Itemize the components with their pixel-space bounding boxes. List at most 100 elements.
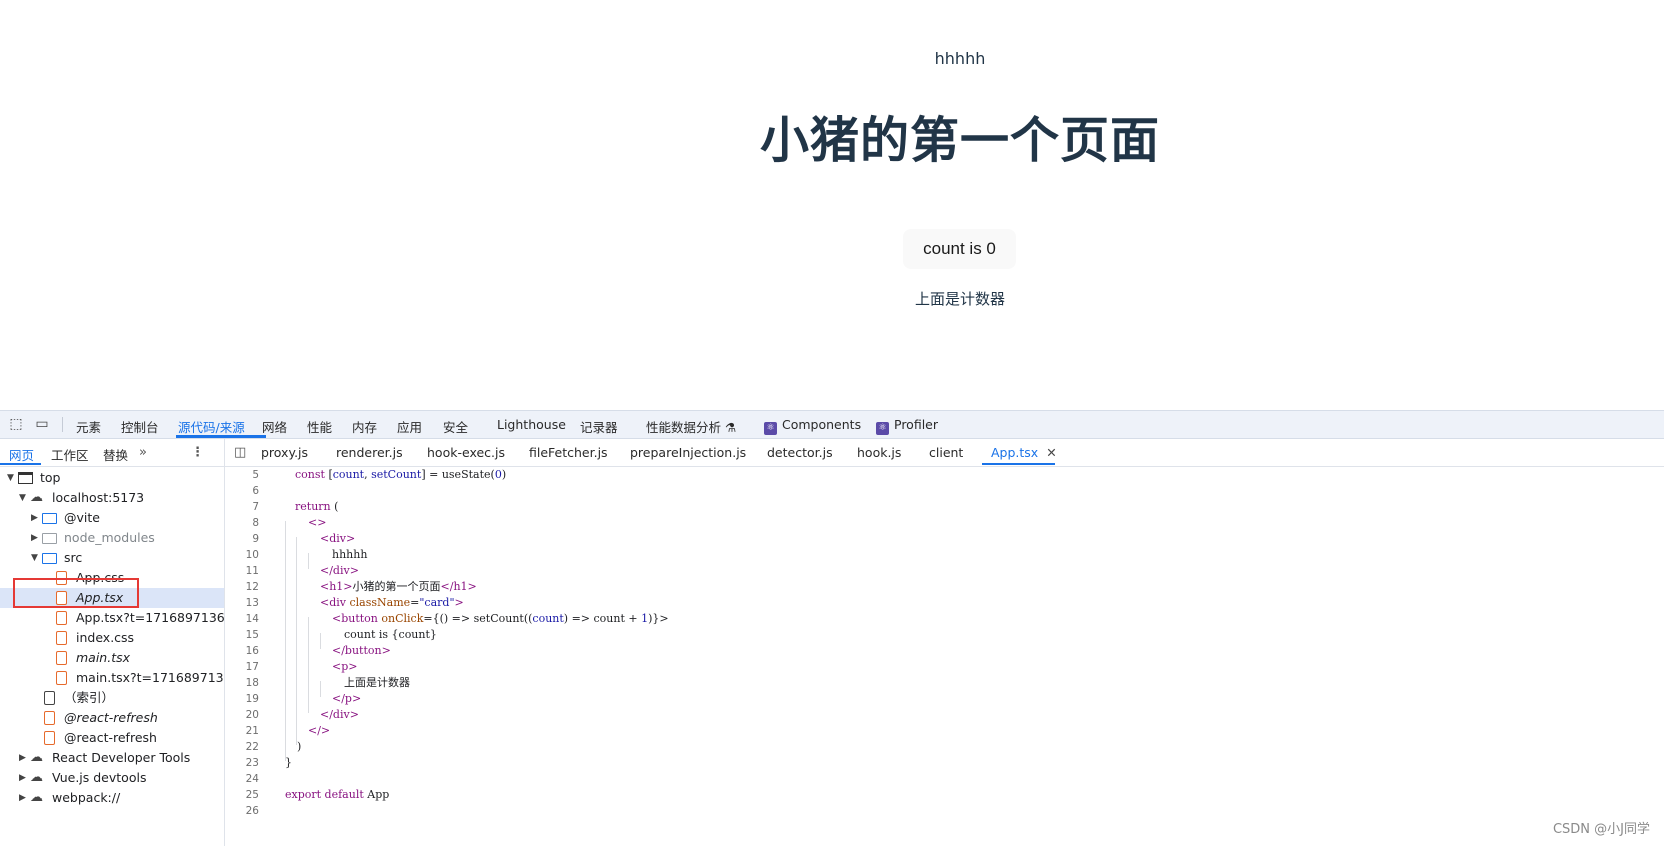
tab-performance-insights[interactable]: 性能数据分析 ⚗ [646,417,736,436]
line-text: count is {count} [344,628,437,641]
collapsed-arrow-icon[interactable]: ▶ [31,508,38,528]
active-tab-indicator [176,435,266,438]
code-line: 15 count is {count} [225,627,1625,643]
file-tab-client[interactable]: client [929,445,963,460]
tab-performance-insights-label: 性能数据分析 [646,420,722,435]
tree-item-index[interactable]: （索引） [0,688,224,708]
collapsed-arrow-icon[interactable]: ▶ [19,748,26,768]
tree-label: index.css [76,630,135,645]
line-number: 25 [245,789,259,801]
tree-item-app-tsx-timestamp[interactable]: App.tsx?t=1716897136902 [0,608,224,628]
file-tab-app-tsx[interactable]: App.tsx ✕ [991,445,1057,460]
tab-console[interactable]: 控制台 [121,417,159,436]
tree-label: top [40,470,61,485]
tree-item-localhost[interactable]: ▼ ☁ localhost:5173 [0,488,224,508]
line-number: 22 [245,741,259,753]
line-text: </div> [320,564,359,577]
line-text: export default App [285,787,389,803]
file-tab-hook-exec[interactable]: hook-exec.js [427,445,505,460]
tree-label: Vue.js devtools [52,770,147,785]
tree-item-src[interactable]: ▼ src [0,548,224,568]
line-text: </div> [320,708,359,721]
file-tab-prepareinjection[interactable]: prepareInjection.js [630,445,746,460]
close-tab-icon[interactable]: ✕ [1046,445,1056,460]
code-line: 13 <div className="card"> [225,595,1625,611]
file-tab-filefetcher[interactable]: fileFetcher.js [529,445,608,460]
toggle-navigator-icon[interactable]: ◫ [234,445,246,460]
tab-profiler[interactable]: ⚛ Profiler [876,417,938,435]
cloud-icon: ☁ [30,750,43,765]
tree-item-index-css[interactable]: index.css [0,628,224,648]
file-tab-app-tsx-label: App.tsx [991,445,1039,460]
code-line: 19 </p> [225,691,1625,707]
tab-application[interactable]: 应用 [397,417,422,436]
line-number: 10 [245,549,259,561]
collapsed-arrow-icon[interactable]: ▶ [31,528,38,548]
count-button[interactable]: count is 0 [903,229,1016,269]
nav-tab-overrides[interactable]: 替换 [103,445,128,464]
tree-item-node-modules[interactable]: ▶ node_modules [0,528,224,548]
code-token: count [532,612,564,625]
file-icon [44,691,55,705]
tree-item-react-devtools[interactable]: ▶ ☁ React Developer Tools [0,748,224,768]
file-tab-detector[interactable]: detector.js [767,445,833,460]
nav-tab-workspace[interactable]: 工作区 [51,445,89,464]
tab-recorder[interactable]: 记录器 [580,417,618,436]
line-text: </p> [332,692,362,705]
line-text: 上面是计数器 [344,676,410,689]
code-token: <button [332,612,382,625]
folder-icon [42,533,57,544]
line-text: return ( [295,499,338,515]
code-line: 14 <button onClick={() => setCount((count… [225,611,1625,627]
tree-item-main-tsx-timestamp[interactable]: main.tsx?t=1716897136902 [0,668,224,688]
file-tab-proxy[interactable]: proxy.js [261,445,308,460]
tab-network[interactable]: 网络 [262,417,287,436]
code-token: ] = useState( [421,468,495,481]
more-tabs-icon[interactable]: » [139,445,147,460]
line-number: 20 [245,709,259,721]
code-line: 16 </button> [225,643,1625,659]
collapsed-arrow-icon[interactable]: ▶ [19,768,26,788]
page-heading: 小猪的第一个页面 [759,112,1160,169]
tree-item-react-refresh-1[interactable]: @react-refresh [0,708,224,728]
file-tab-hook[interactable]: hook.js [857,445,901,460]
tab-security[interactable]: 安全 [443,417,468,436]
file-tab-indicator [982,463,1055,465]
code-line: 5 const [count, setCount] = useState(0) [225,467,1625,483]
tree-label: main.tsx [76,650,131,665]
tab-memory[interactable]: 内存 [352,417,377,436]
device-toolbar-icon[interactable]: ▭ [34,416,50,432]
tab-profiler-label: Profiler [894,417,939,432]
tab-elements[interactable]: 元素 [76,417,101,436]
expanded-arrow-icon[interactable]: ▼ [7,468,14,488]
inspect-element-icon[interactable]: ⬚ [8,416,24,432]
tab-components[interactable]: ⚛ Components [764,417,861,435]
tree-label: @vite [64,510,100,525]
tab-lighthouse[interactable]: Lighthouse [497,417,566,432]
line-number: 5 [252,469,259,481]
frame-icon [18,472,33,484]
tab-components-label: Components [782,417,862,432]
kebab-menu-icon[interactable]: ⋮ [191,445,204,460]
line-number: 14 [245,613,259,625]
expanded-arrow-icon[interactable]: ▼ [31,548,38,568]
highlight-box [13,578,139,608]
tab-sources[interactable]: 源代码/来源 [178,417,245,436]
code-editor[interactable]: 5 const [count, setCount] = useState(0) 6… [225,467,1664,846]
code-line: 20 </div> [225,707,1625,723]
tab-performance[interactable]: 性能 [307,417,332,436]
file-tab-renderer[interactable]: renderer.js [336,445,403,460]
collapsed-arrow-icon[interactable]: ▶ [19,788,26,808]
tree-item-react-refresh-2[interactable]: @react-refresh [0,728,224,748]
code-token: return [295,500,331,513]
expanded-arrow-icon[interactable]: ▼ [19,488,26,508]
tree-item-main-tsx[interactable]: main.tsx [0,648,224,668]
nav-tab-page[interactable]: 网页 [9,445,34,464]
tree-item-vite[interactable]: ▶ @vite [0,508,224,528]
line-text: ) [297,740,302,753]
line-number: 17 [245,661,259,673]
tree-item-vue-devtools[interactable]: ▶ ☁ Vue.js devtools [0,768,224,788]
tree-item-webpack[interactable]: ▶ ☁ webpack:// [0,788,224,808]
tree-label: React Developer Tools [52,750,191,765]
tree-item-top[interactable]: ▼ top [0,468,224,488]
